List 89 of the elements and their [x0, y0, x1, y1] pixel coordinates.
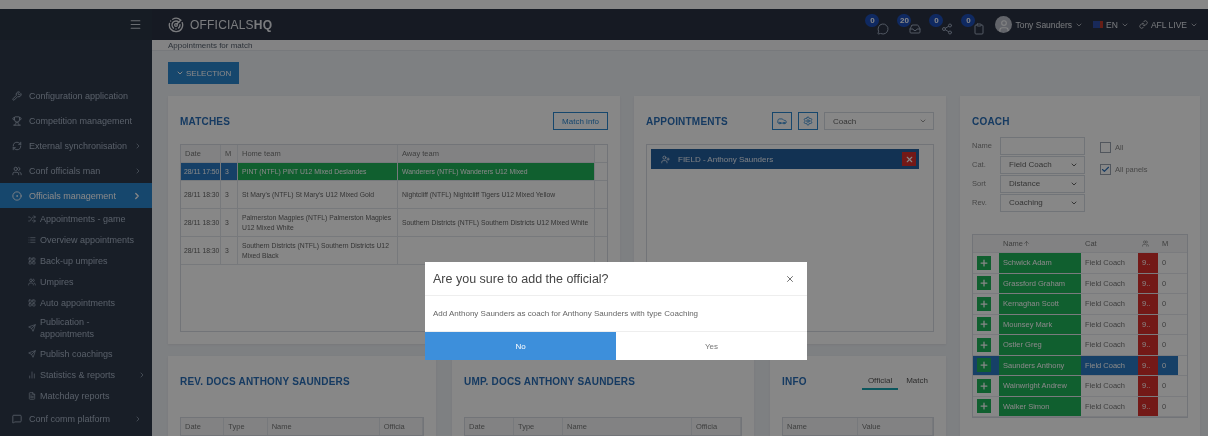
card-title: APPOINTMENTS: [646, 115, 728, 127]
close-icon: [904, 154, 914, 164]
submenu-item[interactable]: Matchday reports: [0, 385, 152, 406]
grid-icon: [28, 256, 36, 265]
add-button[interactable]: [977, 358, 991, 373]
submenu-item[interactable]: Publish coachings: [0, 343, 152, 364]
user-menu[interactable]: Tony Saunders: [995, 16, 1084, 33]
match-info-button[interactable]: Match info: [553, 112, 608, 130]
appointment-item[interactable]: FIELD - Anthony Saunders: [651, 149, 919, 169]
app-logo: OFFICIALSHQ: [190, 17, 273, 32]
bar-chart-icon: [28, 370, 36, 379]
flag-icon: [1093, 21, 1104, 28]
info-tab[interactable]: Match: [900, 372, 934, 390]
info-tab[interactable]: Official: [861, 372, 899, 390]
people-icon: [12, 165, 22, 176]
sync-icon: [12, 140, 22, 151]
language-menu[interactable]: EN: [1093, 19, 1129, 30]
count-badge: 20: [897, 13, 912, 27]
sidebar-item[interactable]: Conf comm platform: [0, 406, 152, 431]
add-button[interactable]: [977, 337, 991, 352]
checkbox[interactable]: [1100, 141, 1111, 153]
submenu-item[interactable]: Umpires: [0, 271, 152, 292]
people-icon: [1142, 240, 1149, 247]
car-button[interactable]: [772, 112, 792, 130]
notification-button[interactable]: 0: [963, 14, 986, 35]
logo-icon: [168, 16, 184, 33]
dialog-title: Are you sure to add the official?: [433, 271, 609, 286]
car-icon: [777, 116, 787, 126]
sort-arrow-icon: [1023, 240, 1030, 247]
submenu-item[interactable]: Back-up umpires: [0, 250, 152, 271]
sidebar-item[interactable]: Competition management: [0, 108, 152, 133]
dialog-button[interactable]: No: [425, 332, 616, 360]
trophy-icon: [12, 115, 22, 126]
sidebar-item[interactable]: Officials management: [0, 183, 152, 208]
chat-icon: [12, 413, 22, 424]
settings-button[interactable]: [798, 112, 818, 130]
add-button[interactable]: [977, 255, 991, 270]
inbox-icon: [909, 22, 922, 35]
filter-select[interactable]: Coaching: [1000, 193, 1085, 212]
breadcrumb: Appointments for match: [152, 40, 1208, 51]
notification-button[interactable]: 0: [867, 14, 890, 35]
avatar-icon: [995, 16, 1013, 33]
settings-icon: [803, 116, 813, 126]
grid-icon: [28, 298, 36, 307]
add-button[interactable]: [977, 276, 991, 291]
organisation-menu[interactable]: AFL LIVE: [1138, 19, 1198, 30]
remove-button[interactable]: [902, 152, 916, 166]
document-icon: [28, 391, 36, 400]
send-icon: [28, 349, 36, 358]
card-title: INFO: [782, 375, 807, 387]
notification-button[interactable]: 0: [931, 14, 954, 35]
menu-icon[interactable]: [129, 18, 142, 31]
share-icon: [941, 22, 954, 35]
add-button[interactable]: [977, 296, 991, 311]
clipboard-icon: [973, 22, 986, 35]
add-button[interactable]: [977, 399, 991, 414]
link-icon: [1138, 20, 1148, 29]
chevron-icon: [176, 69, 184, 77]
submenu-item[interactable]: Appointments - game: [0, 208, 152, 229]
shuffle-icon: [28, 214, 36, 223]
caret-icon: [919, 117, 927, 125]
list-icon: [28, 235, 36, 244]
checkbox[interactable]: [1100, 163, 1111, 175]
notification-button[interactable]: 20: [899, 14, 922, 35]
count-badge: 0: [961, 13, 976, 27]
selection-button[interactable]: SELECTION: [168, 62, 240, 84]
add-button[interactable]: [977, 317, 991, 332]
card-title: REV. DOCS ANTHONY SAUNDERS: [180, 375, 350, 387]
ball-icon: [12, 190, 22, 201]
card-title: UMP. DOCS ANTHONY SAUNDERS: [464, 375, 636, 387]
close-button[interactable]: [785, 273, 795, 284]
sidebar-item[interactable]: Conf officials man: [0, 158, 152, 183]
type-select[interactable]: Coach: [824, 112, 934, 130]
add-button[interactable]: [977, 378, 991, 393]
user-plus-icon: [661, 154, 670, 164]
count-badge: 0: [865, 13, 880, 27]
filter-select[interactable]: Field Coach: [1000, 155, 1085, 174]
chat-icon: [877, 22, 890, 35]
card-title: MATCHES: [180, 115, 231, 127]
filter-select[interactable]: Distance: [1000, 174, 1085, 193]
card-title: COACH: [972, 115, 1010, 127]
sidebar-item[interactable]: External synchronisation: [0, 133, 152, 158]
count-badge: 0: [929, 13, 944, 27]
people-icon: [28, 277, 36, 286]
submenu-item[interactable]: Overview appointments: [0, 229, 152, 250]
send-icon: [28, 324, 36, 332]
sidebar-item[interactable]: Configuration application: [0, 83, 152, 108]
wrench-icon: [12, 90, 22, 101]
submenu-item[interactable]: Publication - appointments: [0, 313, 152, 343]
